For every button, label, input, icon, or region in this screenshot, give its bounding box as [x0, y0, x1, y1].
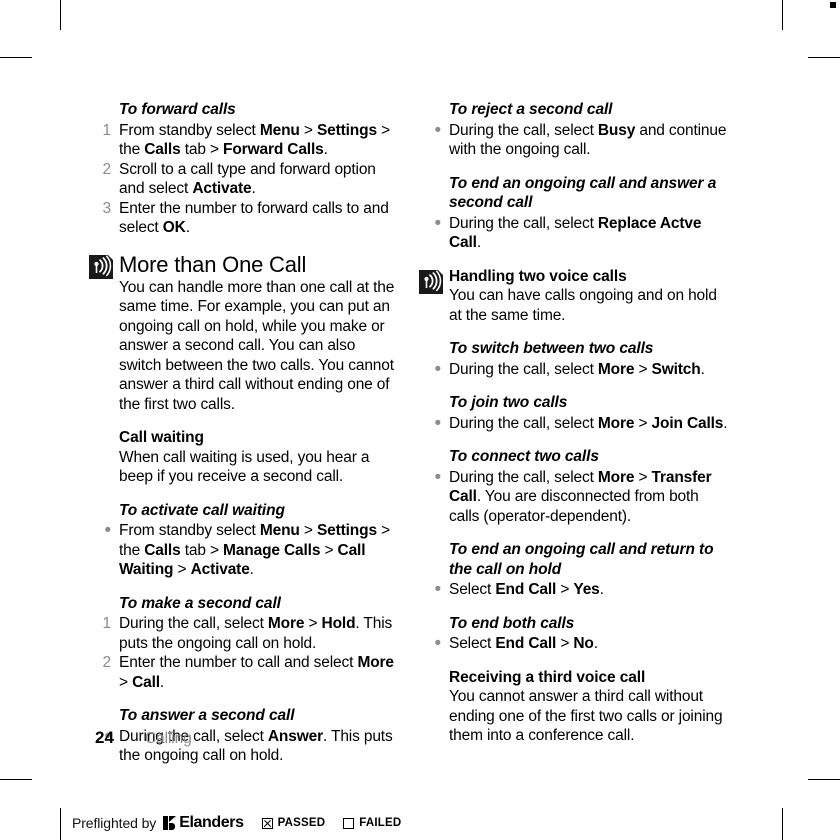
list-item: • From standby select Menu > Settings > t…: [95, 521, 400, 580]
section-more-than-one-call: More than One Call You can handle more th…: [89, 251, 400, 415]
list-item-text: Select End Call > Yes.: [449, 581, 604, 598]
list-number: 1: [102, 121, 112, 139]
chapter-name: Calling: [145, 730, 192, 747]
list-end-ongoing-and-return: • Select End Call > Yes.: [425, 580, 730, 600]
list-number: 1: [102, 615, 112, 632]
list-item: 1 During the call, select More > Hold. Th…: [95, 614, 400, 653]
list-item: 2 Enter the number to call and select Mor…: [95, 653, 400, 692]
list-item-text: Enter the number to call and select More…: [119, 654, 394, 691]
bullet-marker: •: [434, 212, 441, 234]
list-item-text: During the call, select Replace Actve Ca…: [449, 214, 702, 252]
elanders-logo-icon: [163, 816, 177, 830]
page-number: 24: [95, 728, 114, 747]
list-item-text: During the call, select More > Transfer …: [449, 468, 712, 525]
list-forward-calls: 1 From standby select Menu > Settings > t…: [95, 121, 400, 238]
crop-mark-bottom-right: [782, 808, 783, 840]
list-switch-between-two-calls: • During the call, select More > Switch.: [425, 358, 730, 380]
list-item: 2 Scroll to a call type and forward optio…: [95, 160, 400, 199]
preflight-passed[interactable]: PASSED: [261, 817, 326, 829]
list-item: • During the call, select More > Transfer…: [425, 466, 730, 527]
broadcast-waves-icon: [419, 269, 443, 294]
list-item-text: Enter the number to forward calls to and…: [119, 199, 389, 237]
heading-to-switch-between-two-calls: To switch between two calls: [449, 340, 654, 357]
list-reject-second-call: • During the call, select Busy and contin…: [425, 119, 730, 160]
bullet-marker: •: [434, 466, 441, 488]
passed-label: PASSED: [277, 817, 326, 829]
list-number: 2: [102, 160, 112, 178]
crop-mark-bottom-left: [60, 808, 61, 840]
left-column: To forward calls 1 From standby select Men…: [89, 86, 400, 766]
section-heading: Handling two voice calls: [449, 267, 627, 285]
list-item-text: From standby select Menu > Settings > th…: [119, 121, 390, 159]
subsection-heading: Receiving a third voice call: [449, 668, 646, 686]
list-item-text: During the call, select More > Switch.: [449, 360, 705, 378]
list-item: • During the call, select More > Join Cal…: [425, 412, 730, 434]
heading-to-join-two-calls: To join two calls: [449, 394, 568, 411]
crop-mark-left-bottom: [0, 779, 32, 780]
bullet-marker: •: [434, 633, 441, 654]
bullet-marker: •: [434, 412, 441, 434]
heading-to-end-ongoing-and-return: To end an ongoing call and return to the…: [449, 541, 714, 578]
heading-to-end-both-calls: To end both calls: [449, 614, 575, 632]
heading-to-activate-call-waiting: To activate call waiting: [119, 501, 285, 519]
elanders-logo-text: Elanders: [179, 814, 244, 831]
list-item-text: Scroll to a call type and forward option…: [119, 160, 376, 198]
heading-to-make-a-second-call: To make a second call: [119, 594, 281, 612]
section-handling-two-voice-calls: Handling two voice calls You can have cal…: [419, 267, 730, 326]
page-footer: 24 Calling: [95, 728, 795, 748]
list-item: • During the call, select Busy and contin…: [425, 119, 730, 160]
bullet-marker: •: [434, 358, 441, 380]
bullet-marker: •: [104, 520, 111, 541]
list-end-ongoing-and-answer: • During the call, select Replace Actve C…: [425, 212, 730, 253]
list-activate-call-waiting: • From standby select Menu > Settings > t…: [95, 521, 400, 580]
elanders-logo: Elanders: [163, 814, 244, 832]
list-number: 3: [102, 199, 112, 217]
section-heading: More than One Call: [119, 251, 307, 277]
list-connect-two-calls: • During the call, select More > Transfer…: [425, 466, 730, 527]
list-item: 3 Enter the number to forward calls to an…: [95, 199, 400, 238]
list-item-text: From standby select Menu > Settings > th…: [119, 522, 390, 578]
list-item: 1 From standby select Menu > Settings > t…: [95, 121, 400, 160]
list-item: • During the call, select Replace Actve C…: [425, 212, 730, 253]
list-end-both-calls: • Select End Call > No.: [425, 634, 730, 654]
subsection-heading: Call waiting: [119, 429, 204, 446]
list-item: • Select End Call > No.: [425, 634, 730, 654]
checkbox-passed-icon[interactable]: [261, 817, 273, 829]
failed-label: FAILED: [359, 817, 402, 829]
heading-to-forward-calls: To forward calls: [119, 101, 236, 118]
crop-mark-right-bottom: [808, 779, 840, 780]
list-item-text: During the call, select More > Join Call…: [449, 414, 728, 432]
list-item: • Select End Call > Yes.: [425, 580, 730, 600]
list-item-text: During the call, select More > Hold. Thi…: [119, 615, 393, 652]
bullet-marker: •: [434, 119, 441, 141]
list-item: • During the call, select More > Switch.: [425, 358, 730, 380]
heading-to-reject-a-second-call: To reject a second call: [449, 101, 613, 118]
preflight-label: Preflighted by: [72, 815, 157, 831]
subsection-body: When call waiting is used, you hear a be…: [119, 448, 370, 486]
heading-to-end-ongoing-and-answer: To end an ongoing call and answer a seco…: [449, 174, 717, 212]
list-number: 2: [102, 654, 112, 671]
subsection-call-waiting: Call waiting When call waiting is used, y…: [95, 428, 400, 487]
checkbox-failed-icon[interactable]: [343, 817, 355, 829]
manual-page: To forward calls 1 From standby select Men…: [0, 0, 840, 770]
section-body: You can handle more than one call at the…: [119, 278, 395, 413]
preflight-bar: Preflighted by Elanders PASSED FAILED: [72, 812, 401, 834]
list-make-second-call: 1 During the call, select More > Hold. Th…: [95, 614, 400, 692]
heading-to-connect-two-calls: To connect two calls: [449, 448, 599, 465]
broadcast-waves-icon: [89, 254, 113, 279]
list-join-two-calls: • During the call, select More > Join Cal…: [425, 412, 730, 434]
list-item-text: Select End Call > No.: [449, 635, 598, 652]
section-body: You can have calls ongoing and on hold a…: [449, 287, 717, 324]
bullet-marker: •: [434, 579, 441, 600]
heading-to-answer-a-second-call: To answer a second call: [119, 707, 295, 724]
right-column: To reject a second call • During the call,…: [419, 86, 730, 746]
preflight-failed[interactable]: FAILED: [343, 817, 401, 829]
list-item-text: During the call, select Busy and continu…: [449, 121, 727, 159]
